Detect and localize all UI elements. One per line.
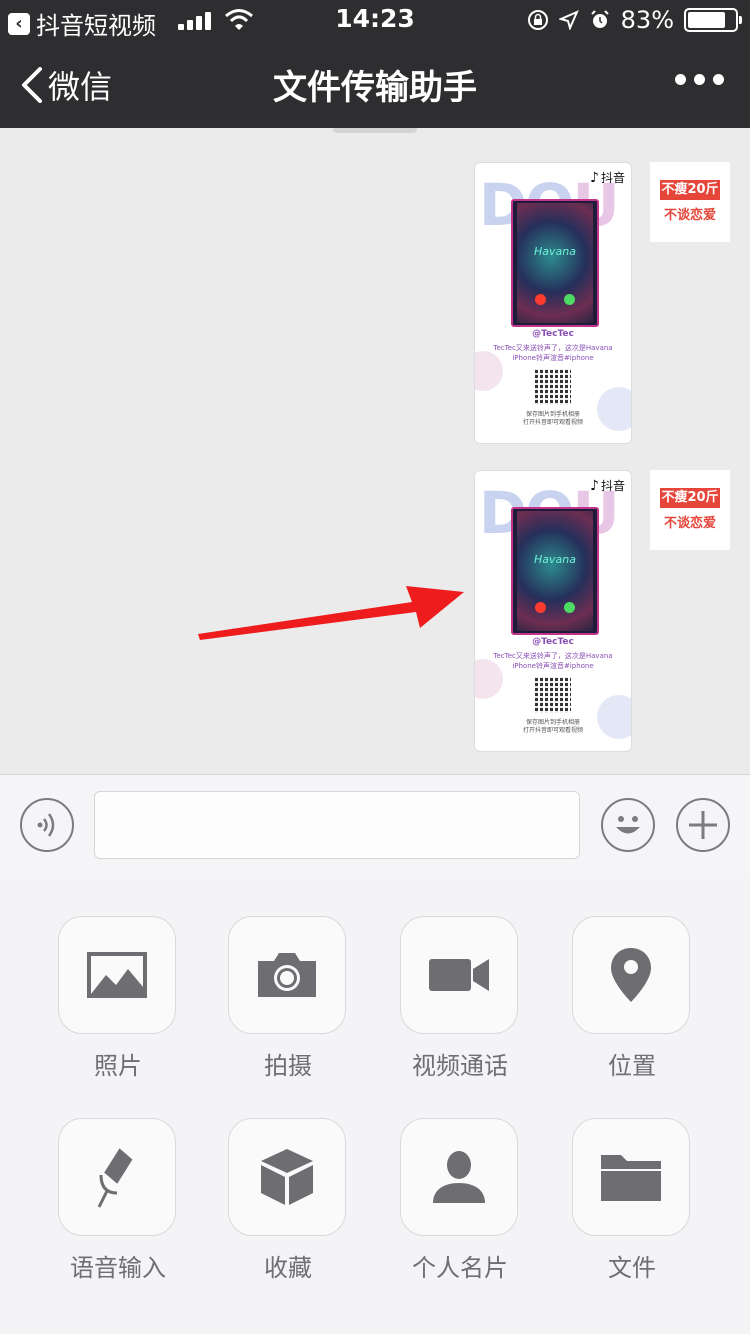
- location-arrow-icon: [558, 10, 579, 30]
- battery-icon: [684, 8, 742, 32]
- contact-card-icon: [433, 1151, 485, 1203]
- panel-item-photos[interactable]: 照片: [58, 916, 178, 1081]
- more-functions-button[interactable]: [676, 798, 730, 852]
- panel-item-video-call[interactable]: 视频通话: [400, 916, 520, 1081]
- panel-item-label: 文件: [608, 1254, 656, 1282]
- panel-item-label: 照片: [94, 1052, 142, 1080]
- video-call-icon: [429, 959, 489, 991]
- emoji-button[interactable]: [601, 798, 655, 852]
- more-options-button[interactable]: [675, 74, 724, 85]
- function-panel: 照片 拍摄 视频通话 位置 语音输入 收藏 个人名片 文件: [0, 875, 750, 1334]
- input-bar: [0, 774, 750, 876]
- photo-icon: [87, 952, 147, 998]
- favorites-tile[interactable]: [228, 1118, 346, 1236]
- panel-item-location[interactable]: 位置: [572, 916, 692, 1081]
- annotation-arrow-icon: [198, 586, 464, 640]
- photos-tile[interactable]: [58, 916, 176, 1034]
- location-tile[interactable]: [572, 916, 690, 1034]
- favorites-box-icon: [261, 1149, 313, 1205]
- smiley-icon: [616, 816, 640, 834]
- message-input[interactable]: [94, 791, 580, 859]
- top-bar: ‹ 抖音短视频 14:23 83% 微信 文件传输助手: [0, 0, 750, 128]
- panel-item-label: 语音输入: [70, 1254, 166, 1282]
- page-title: 文件传输助手: [273, 68, 477, 108]
- plus-icon: [689, 811, 717, 839]
- panel-item-label: 个人名片: [412, 1254, 508, 1282]
- status-bar: ‹ 抖音短视频 14:23 83%: [0, 0, 750, 40]
- battery-percent: 83%: [620, 6, 674, 34]
- status-right: 83%: [527, 6, 742, 34]
- microphone-icon: [97, 1148, 133, 1208]
- video-call-tile[interactable]: [400, 916, 518, 1034]
- more-dot-icon: [713, 74, 724, 85]
- camera-tile[interactable]: [228, 916, 346, 1034]
- panel-item-label: 拍摄: [264, 1052, 312, 1080]
- more-dot-icon: [694, 74, 705, 85]
- voice-input-tile[interactable]: [58, 1118, 176, 1236]
- alarm-icon: [590, 10, 609, 28]
- contact-card-tile[interactable]: [400, 1118, 518, 1236]
- panel-item-label: 位置: [608, 1052, 656, 1080]
- files-tile[interactable]: [572, 1118, 690, 1236]
- orientation-lock-icon: [527, 10, 548, 30]
- voice-input-button[interactable]: [20, 798, 74, 852]
- panel-item-label: 收藏: [264, 1254, 312, 1282]
- more-dot-icon: [675, 74, 686, 85]
- panel-item-camera[interactable]: 拍摄: [228, 916, 348, 1081]
- folder-icon: [601, 1155, 661, 1201]
- panel-item-favorites[interactable]: 收藏: [228, 1118, 348, 1283]
- panel-item-contact-card[interactable]: 个人名片: [400, 1118, 520, 1283]
- location-icon: [611, 948, 651, 1002]
- panel-item-label: 视频通话: [412, 1052, 508, 1080]
- battery-level-fill: [688, 12, 725, 28]
- camera-icon: [258, 953, 316, 997]
- navigation-bar: 微信 文件传输助手: [0, 40, 750, 128]
- voice-wave-icon: [37, 813, 55, 837]
- chat-area[interactable]: DOU ♪ 抖音 Havana @TecTec TecTec又来送铃声了，这次是…: [0, 128, 750, 774]
- panel-item-files[interactable]: 文件: [572, 1118, 692, 1283]
- panel-item-voice-input[interactable]: 语音输入: [58, 1118, 178, 1283]
